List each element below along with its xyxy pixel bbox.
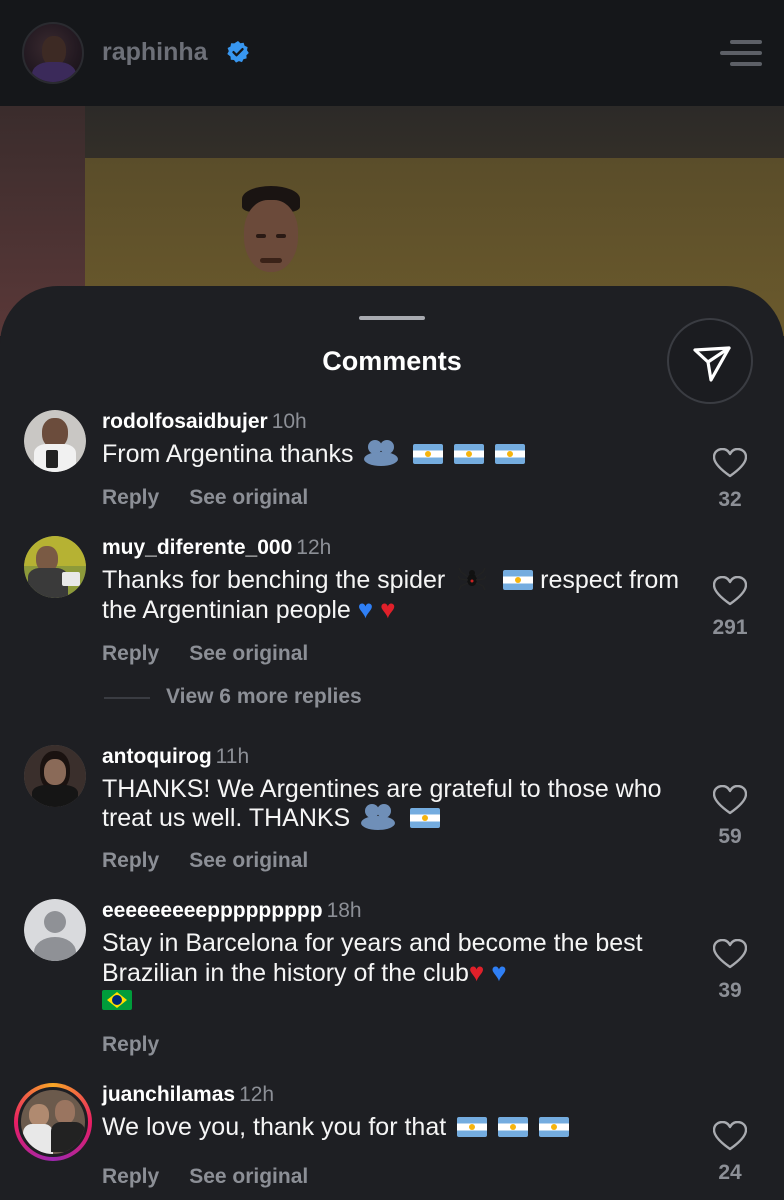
comment-time: 12h bbox=[296, 536, 332, 559]
heart-outline-icon[interactable] bbox=[713, 448, 747, 478]
comment-actions: Reply See original bbox=[102, 849, 338, 873]
comment-time: 10h bbox=[271, 410, 307, 433]
profile-username[interactable]: raphinha bbox=[102, 38, 208, 67]
hug-emoji-icon bbox=[364, 440, 399, 466]
comment-body: Stay in Barcelona for years and become t… bbox=[102, 929, 643, 987]
like-count: 24 bbox=[718, 1161, 742, 1184]
comment-username[interactable]: rodolfosaidbujer bbox=[102, 410, 268, 433]
commenter-avatar[interactable] bbox=[24, 745, 86, 807]
like-control: 59 bbox=[700, 785, 760, 849]
comment-header: antoquirog 11h bbox=[102, 745, 249, 769]
argentina-flag-icon bbox=[503, 570, 534, 590]
comment-text: From Argentina thanks bbox=[102, 440, 682, 469]
argentina-flag-icon bbox=[495, 444, 526, 464]
comment-time: 12h bbox=[239, 1083, 275, 1106]
profile-header: raphinha bbox=[0, 0, 784, 106]
argentina-flag-icon bbox=[457, 1117, 488, 1137]
heart-outline-icon[interactable] bbox=[713, 1121, 747, 1151]
send-icon bbox=[693, 346, 731, 382]
like-control: 24 bbox=[700, 1121, 760, 1185]
argentina-flag-icon bbox=[410, 808, 441, 828]
comment-actions: Reply See original bbox=[102, 1165, 338, 1189]
like-count: 291 bbox=[712, 616, 748, 639]
replies-divider bbox=[104, 697, 150, 699]
reply-button[interactable]: Reply bbox=[102, 642, 159, 666]
like-count: 59 bbox=[718, 825, 742, 848]
comment-username[interactable]: muy_diferente_000 bbox=[102, 536, 292, 559]
argentina-flag-icon bbox=[454, 444, 485, 464]
comment-text: Stay in Barcelona for years and become t… bbox=[102, 929, 662, 1017]
red-heart-emoji-icon: ♥ bbox=[380, 594, 396, 624]
view-more-replies-label[interactable]: View 6 more replies bbox=[166, 685, 362, 709]
commenter-avatar[interactable] bbox=[24, 899, 86, 961]
red-heart-emoji-icon: ♥ bbox=[468, 957, 485, 987]
argentina-flag-icon bbox=[498, 1117, 529, 1137]
comment-actions: Reply bbox=[102, 1033, 189, 1057]
comment-body: From Argentina thanks bbox=[102, 440, 354, 468]
sheet-grabber[interactable] bbox=[359, 316, 425, 320]
comment-time: 11h bbox=[215, 745, 250, 768]
profile-avatar[interactable] bbox=[22, 22, 84, 84]
heart-outline-icon[interactable] bbox=[713, 939, 747, 969]
argentina-flag-icon bbox=[413, 444, 444, 464]
see-original-button[interactable]: See original bbox=[189, 1165, 308, 1189]
comment-username[interactable]: eeeeeeeeeppppppppp bbox=[102, 899, 323, 922]
commenter-avatar-story-ring[interactable] bbox=[14, 1083, 92, 1161]
comment-body-part-a: Thanks for benching the spider bbox=[102, 566, 446, 594]
brazil-flag-icon bbox=[102, 990, 132, 1010]
blue-heart-emoji-icon: ♥ bbox=[491, 957, 507, 987]
comment-text: THANKS! We Argentines are grateful to th… bbox=[102, 775, 682, 833]
heart-outline-icon[interactable] bbox=[713, 576, 747, 606]
like-count: 39 bbox=[718, 979, 742, 1002]
see-original-button[interactable]: See original bbox=[189, 486, 308, 510]
commenter-avatar[interactable] bbox=[24, 536, 86, 598]
comment-time: 18h bbox=[326, 899, 362, 922]
comment-header: eeeeeeeeeppppppppp 18h bbox=[102, 899, 362, 923]
like-count: 32 bbox=[718, 488, 742, 511]
comment-header: juanchilamas 12h bbox=[102, 1083, 274, 1107]
comment-username[interactable]: juanchilamas bbox=[102, 1083, 235, 1106]
comment-header: muy_diferente_000 12h bbox=[102, 536, 331, 560]
like-control: 32 bbox=[700, 448, 760, 512]
argentina-flag-icon bbox=[539, 1117, 570, 1137]
hug-emoji-icon bbox=[361, 804, 396, 830]
comment-text: Thanks for benching the spider respect f… bbox=[102, 566, 702, 625]
hamburger-menu-icon[interactable] bbox=[720, 40, 762, 66]
comment-actions: Reply See original bbox=[102, 486, 338, 510]
reply-button[interactable]: Reply bbox=[102, 486, 159, 510]
comment-username[interactable]: antoquirog bbox=[102, 745, 212, 768]
share-button[interactable] bbox=[667, 318, 753, 404]
heart-outline-icon[interactable] bbox=[713, 785, 747, 815]
reply-button[interactable]: Reply bbox=[102, 1165, 159, 1189]
comment-actions: Reply See original bbox=[102, 642, 338, 666]
comment-header: rodolfosaidbujer 10h bbox=[102, 410, 307, 434]
comment-text: We love you, thank you for that bbox=[102, 1113, 682, 1142]
reply-button[interactable]: Reply bbox=[102, 1033, 159, 1057]
blue-heart-emoji-icon: ♥ bbox=[357, 594, 374, 624]
like-control: 291 bbox=[700, 576, 760, 640]
video-player-figure bbox=[238, 186, 304, 286]
spider-emoji-icon bbox=[457, 566, 487, 592]
see-original-button[interactable]: See original bbox=[189, 849, 308, 873]
like-control: 39 bbox=[700, 939, 760, 1003]
commenter-avatar[interactable] bbox=[24, 410, 86, 472]
see-original-button[interactable]: See original bbox=[189, 642, 308, 666]
comment-body: We love you, thank you for that bbox=[102, 1113, 447, 1141]
verified-badge-icon bbox=[227, 41, 249, 63]
view-more-replies[interactable]: View 6 more replies bbox=[104, 683, 504, 713]
reply-button[interactable]: Reply bbox=[102, 849, 159, 873]
